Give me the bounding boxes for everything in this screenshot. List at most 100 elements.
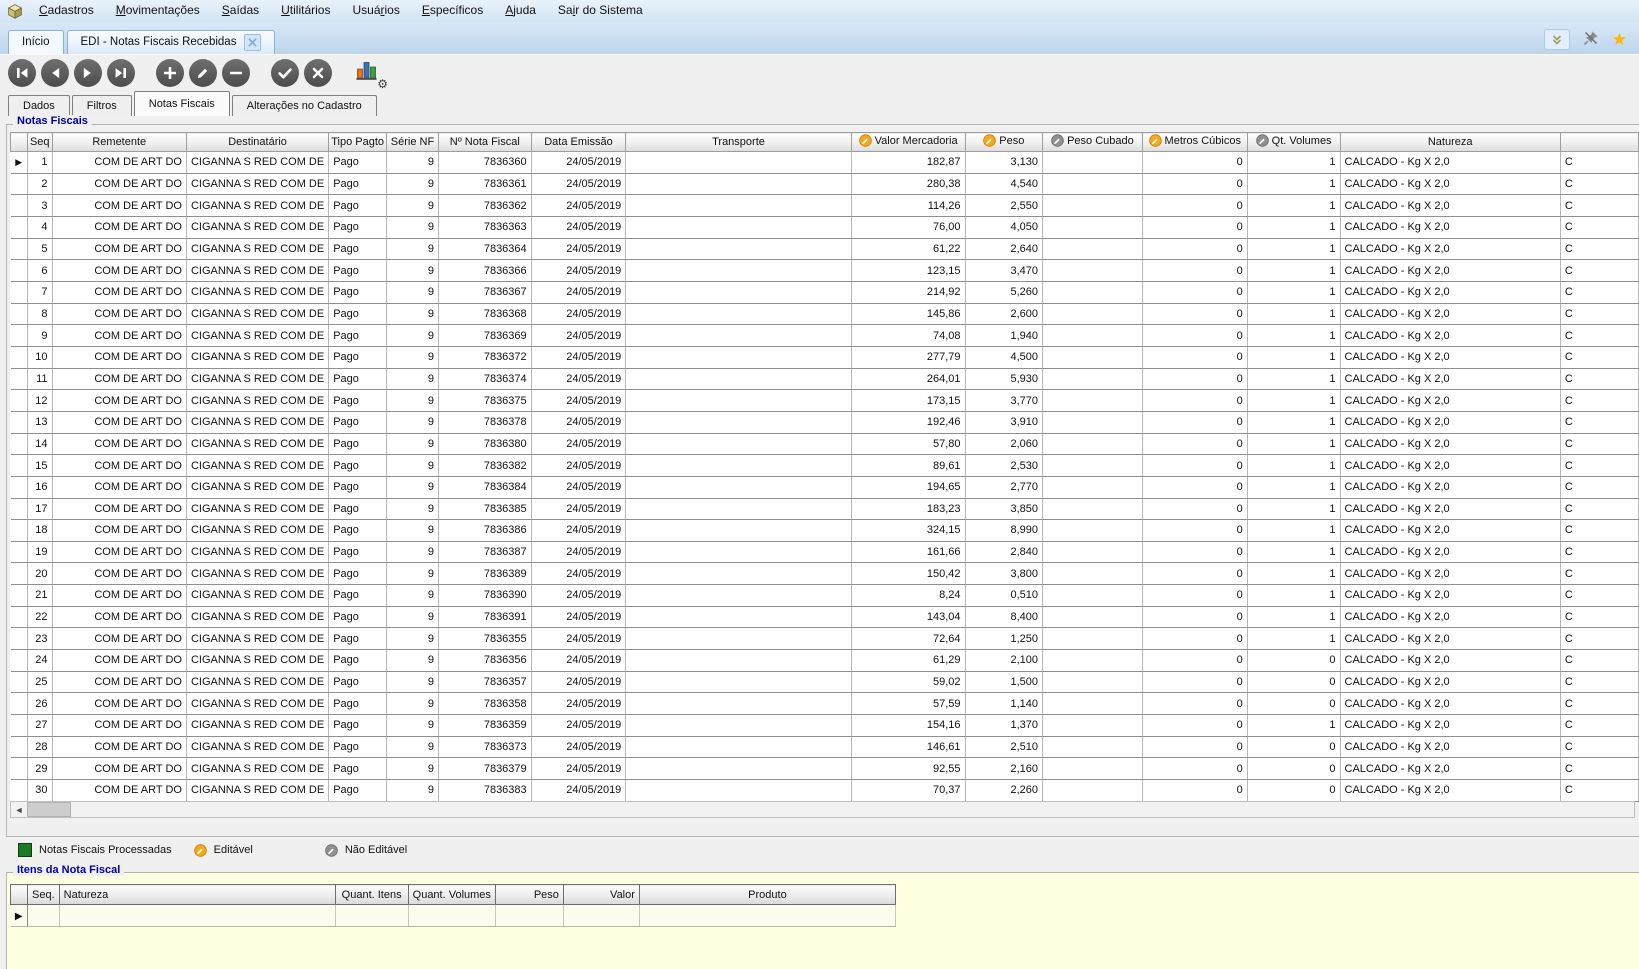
grid-cell[interactable]: 9	[386, 519, 439, 542]
grid-cell[interactable]: Pago	[328, 736, 387, 759]
itens-grid-cell[interactable]	[27, 904, 60, 927]
grid-cell[interactable]: 0	[1142, 173, 1248, 196]
grid-row[interactable]: 28 COM DE ART DO CIGANNA S RED COM DE Pago 9…	[10, 736, 1639, 759]
grid-cell[interactable]: CALCADO - Kg X 2,0	[1340, 714, 1561, 737]
column-header-valor-mercadoria[interactable]: Valor Mercadoria	[850, 132, 966, 152]
grid-cell[interactable]: 9	[386, 324, 439, 347]
grid-cell[interactable]: COM DE ART DO	[52, 411, 187, 434]
grid-cell[interactable]: 1	[1247, 194, 1341, 217]
grid-cell[interactable]: 9	[386, 627, 439, 651]
grid-cell[interactable]: 0	[1247, 779, 1341, 802]
grid-cell[interactable]	[625, 216, 852, 239]
grid-cell[interactable]: 3,770	[965, 389, 1044, 412]
nav-first-button[interactable]	[8, 58, 36, 87]
grid-row[interactable]: 9 COM DE ART DO CIGANNA S RED COM DE Pago 9 7…	[10, 324, 1639, 347]
delete-record-button[interactable]	[222, 58, 250, 87]
tab-inicio[interactable]: Início	[8, 30, 64, 54]
grid-cell[interactable]: CIGANNA S RED COM DE	[186, 562, 330, 586]
grid-cell[interactable]: CALCADO - Kg X 2,0	[1340, 476, 1561, 499]
grid-cell[interactable]: 24/05/2019	[531, 389, 627, 412]
row-selector-cell[interactable]	[10, 736, 28, 759]
grid-cell[interactable]: 15	[27, 454, 53, 477]
grid-cell[interactable]: COM DE ART DO	[52, 562, 187, 586]
grid-cell[interactable]: 1,940	[965, 324, 1044, 347]
grid-cell[interactable]: CIGANNA S RED COM DE	[186, 433, 330, 456]
grid-cell[interactable]: 24/05/2019	[531, 281, 627, 304]
row-selector-cell[interactable]	[10, 194, 28, 217]
grid-cell[interactable]	[1042, 216, 1143, 239]
grid-cell[interactable]: 0	[1247, 757, 1341, 781]
grid-cell[interactable]: COM DE ART DO	[52, 238, 187, 261]
subtab-filtros[interactable]: Filtros	[71, 95, 132, 116]
grid-cell[interactable]: CALCADO - Kg X 2,0	[1340, 498, 1561, 521]
grid-cell[interactable]	[1042, 476, 1143, 499]
menu-item-ajuda[interactable]: Ajuda	[494, 0, 547, 22]
grid-cell[interactable]	[625, 411, 852, 434]
grid-cell[interactable]: 7836367	[438, 281, 532, 304]
grid-cell[interactable]: 1	[1247, 606, 1341, 629]
grid-cell[interactable]: 1	[1247, 519, 1341, 542]
grid-cell[interactable]: C	[1560, 173, 1639, 196]
grid-cell[interactable]	[625, 173, 852, 196]
grid-cell[interactable]: 9	[386, 671, 439, 694]
grid-cell[interactable]: 5,930	[965, 368, 1044, 391]
grid-cell[interactable]: CIGANNA S RED COM DE	[186, 281, 330, 304]
grid-cell[interactable]: CIGANNA S RED COM DE	[186, 346, 330, 369]
grid-cell[interactable]: 9	[386, 476, 439, 499]
grid-cell[interactable]: CALCADO - Kg X 2,0	[1340, 433, 1561, 456]
scroll-left-arrow[interactable]: ◄	[11, 802, 27, 817]
grid-cell[interactable]: C	[1560, 238, 1639, 261]
grid-cell[interactable]: CALCADO - Kg X 2,0	[1340, 757, 1561, 781]
grid-cell[interactable]	[625, 368, 852, 391]
grid-cell[interactable]: 24/05/2019	[531, 692, 627, 716]
grid-row[interactable]: 26 COM DE ART DO CIGANNA S RED COM DE Pago 9…	[10, 692, 1639, 716]
grid-cell[interactable]: 7836361	[438, 173, 532, 196]
grid-cell[interactable]: 5,260	[965, 281, 1044, 304]
add-record-button[interactable]	[156, 58, 184, 87]
grid-cell[interactable]	[1042, 692, 1143, 716]
grid-cell[interactable]: 7836364	[438, 238, 532, 261]
grid-cell[interactable]	[1042, 757, 1143, 781]
grid-cell[interactable]: 12	[27, 389, 53, 412]
grid-cell[interactable]: 9	[386, 303, 439, 326]
row-selector-cell[interactable]	[10, 692, 28, 716]
grid-cell[interactable]: 0	[1247, 649, 1341, 672]
grid-cell[interactable]: Pago	[328, 151, 387, 174]
grid-row[interactable]: 16 COM DE ART DO CIGANNA S RED COM DE Pago 9…	[10, 476, 1639, 499]
horizontal-scrollbar[interactable]: ◄	[10, 801, 1635, 818]
grid-cell[interactable]: 26	[27, 692, 53, 716]
grid-cell[interactable]: Pago	[328, 346, 387, 369]
grid-cell[interactable]: 24/05/2019	[531, 498, 627, 521]
grid-cell[interactable]	[625, 454, 852, 477]
grid-cell[interactable]: 3,910	[965, 411, 1044, 434]
grid-cell[interactable]: 0	[1142, 151, 1248, 174]
grid-cell[interactable]: COM DE ART DO	[52, 519, 187, 542]
grid-cell[interactable]: 4,050	[965, 216, 1044, 239]
grid-cell[interactable]: C	[1560, 519, 1639, 542]
column-header-destinatario[interactable]: Destinatário	[185, 132, 330, 152]
grid-cell[interactable]: COM DE ART DO	[52, 736, 187, 759]
grid-cell[interactable]: 7836387	[438, 541, 532, 564]
cancel-button[interactable]	[304, 58, 332, 87]
grid-cell[interactable]: COM DE ART DO	[52, 324, 187, 347]
grid-cell[interactable]: 10	[27, 346, 53, 369]
grid-cell[interactable]: CALCADO - Kg X 2,0	[1340, 649, 1561, 672]
menu-item-movimentacoes[interactable]: Movimentações	[105, 0, 211, 22]
grid-cell[interactable]: 7836383	[438, 779, 532, 802]
grid-cell[interactable]	[625, 281, 852, 304]
grid-cell[interactable]	[625, 714, 852, 737]
grid-cell[interactable]: C	[1560, 541, 1639, 564]
column-header-natureza[interactable]: Natureza	[1339, 132, 1561, 152]
grid-cell[interactable]	[1042, 368, 1143, 391]
grid-cell[interactable]	[625, 627, 852, 651]
grid-cell[interactable]: CALCADO - Kg X 2,0	[1340, 541, 1561, 564]
grid-cell[interactable]: Pago	[328, 454, 387, 477]
grid-cell[interactable]: CIGANNA S RED COM DE	[186, 779, 330, 802]
grid-cell[interactable]: C	[1560, 259, 1639, 282]
grid-cell[interactable]: CALCADO - Kg X 2,0	[1340, 562, 1561, 586]
row-selector-cell[interactable]	[10, 476, 28, 499]
grid-cell[interactable]: 145,86	[851, 303, 966, 326]
grid-cell[interactable]: COM DE ART DO	[52, 303, 187, 326]
grid-cell[interactable]: CIGANNA S RED COM DE	[186, 324, 330, 347]
grid-cell[interactable]: 0	[1142, 692, 1248, 716]
